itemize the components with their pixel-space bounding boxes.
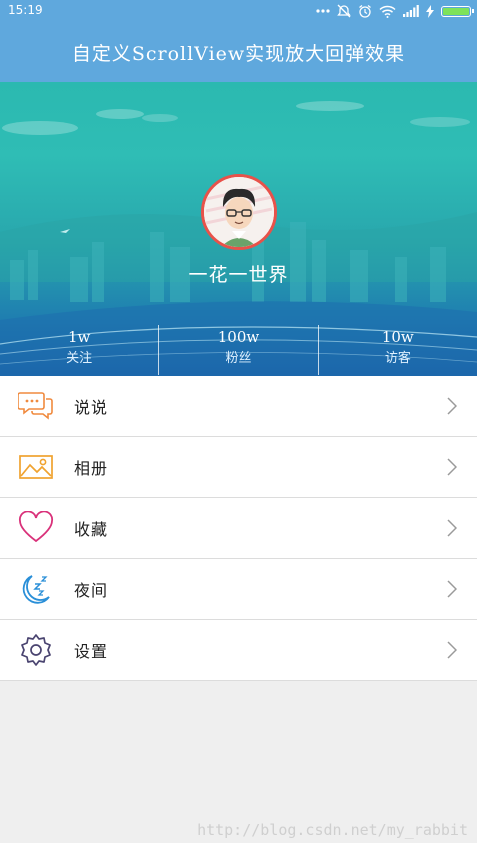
gear-icon: [18, 633, 54, 667]
heart-icon: [18, 511, 54, 545]
menu-item-label: 收藏: [74, 520, 109, 539]
stat-following[interactable]: 1w 关注: [0, 325, 158, 375]
chevron-right-icon: [447, 580, 458, 602]
menu-item-shuoshuo[interactable]: 说说: [0, 376, 477, 437]
stats-row: 1w 关注 100w 粉丝 10w 访客: [0, 325, 477, 375]
menu-list: 说说 相册 收藏 夜间 设置: [0, 376, 477, 681]
signal-icon: [403, 5, 419, 17]
chevron-right-icon: [447, 397, 458, 419]
charging-icon: [426, 4, 434, 18]
menu-item-label: 设置: [74, 642, 109, 661]
alarm-icon: [358, 4, 372, 18]
wifi-icon: [379, 5, 396, 18]
menu-item-settings[interactable]: 设置: [0, 620, 477, 681]
more-dots-icon: [316, 8, 330, 14]
alarm-off-icon: [337, 4, 351, 18]
menu-item-label: 相册: [74, 459, 109, 478]
stat-label: 关注: [66, 351, 93, 366]
chat-icon: [18, 389, 54, 423]
menu-item-label: 夜间: [74, 581, 109, 600]
status-bar: 15:19: [0, 0, 477, 22]
profile-header: 一花一世界 1w 关注 100w 粉丝 10w 访客: [0, 82, 477, 376]
chevron-right-icon: [447, 641, 458, 663]
status-time: 15:19: [8, 3, 43, 17]
menu-item-album[interactable]: 相册: [0, 437, 477, 498]
watermark: http://blog.csdn.net/my_rabbit: [197, 821, 468, 839]
battery-icon: [441, 5, 474, 17]
stat-label: 访客: [384, 351, 411, 366]
chevron-right-icon: [447, 519, 458, 541]
username: 一花一世界: [188, 264, 289, 286]
avatar[interactable]: [201, 174, 277, 250]
menu-item-night[interactable]: 夜间: [0, 559, 477, 620]
stat-label: 粉丝: [225, 351, 252, 366]
menu-item-favorites[interactable]: 收藏: [0, 498, 477, 559]
chevron-right-icon: [447, 458, 458, 480]
moon-icon: [18, 572, 54, 606]
stat-value: 10w: [381, 328, 414, 346]
stat-visitors[interactable]: 10w 访客: [317, 325, 477, 375]
stat-fans[interactable]: 100w 粉丝: [158, 325, 317, 375]
stat-value: 100w: [217, 328, 260, 346]
stat-value: 1w: [67, 328, 91, 346]
menu-item-label: 说说: [74, 398, 109, 417]
photo-icon: [18, 450, 54, 484]
status-icons: [316, 2, 474, 20]
page-title: 自定义ScrollView实现放大回弹效果: [0, 22, 477, 82]
